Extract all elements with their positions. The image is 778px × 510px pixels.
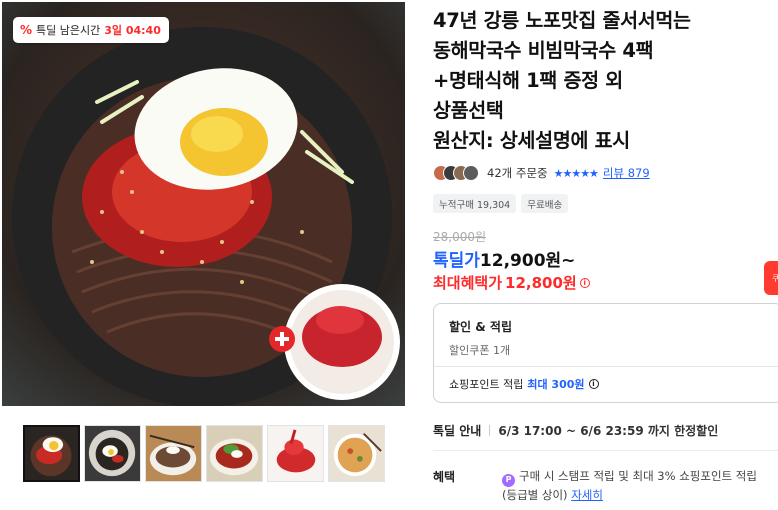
deal-remaining-badge: % 특딜 남은시간 3일 04:40 xyxy=(13,17,169,43)
main-product-image[interactable]: % 특딜 남은시간 3일 04:40 xyxy=(2,2,405,406)
product-chips: 누적구매 19,304 무료배송 xyxy=(433,194,569,213)
benefit-label-cell: 혜택 xyxy=(433,468,455,485)
deal-remaining-label: 특딜 남은시간 xyxy=(36,24,101,37)
orders-in-progress: 42개 주문중 xyxy=(487,166,548,180)
rating-stars-icon: ★★★★★ xyxy=(553,166,599,180)
divider xyxy=(433,450,778,451)
thumb-noodle-bowl[interactable] xyxy=(145,425,202,482)
deal-info-row: 톡딜 안내 6/3 17:00 ~ 6/6 23:59 까지 한정할인 xyxy=(433,422,718,439)
shopping-points-max: 최대 300원 xyxy=(527,378,585,391)
thumb-myeongtae-sikhae[interactable] xyxy=(267,425,324,482)
thumb-bibim-noodles[interactable] xyxy=(23,425,80,482)
benefit-line2: (등급별 상이) xyxy=(502,487,568,502)
noodle-dish-illustration xyxy=(12,27,400,406)
plus-circle-icon xyxy=(269,326,295,352)
divider xyxy=(434,366,778,367)
review-count-link[interactable]: 리뷰 879 xyxy=(603,165,650,181)
divider xyxy=(489,425,491,436)
deal-info-period: 6/3 17:00 ~ 6/6 23:59 까지 한정할인 xyxy=(498,424,719,438)
discount-points-box: 할인 & 적립 할인쿠폰 1개 쇼핑포인트 적립 최대 300원 i xyxy=(433,303,778,403)
thumb-pancake[interactable] xyxy=(328,425,385,482)
benefit-detail-link[interactable]: 자세히 xyxy=(571,488,603,502)
deal-remaining-time: 3일 04:40 xyxy=(104,24,161,37)
max-benefit-label: 최대혜택가 xyxy=(433,274,503,292)
original-price: 28,000원 xyxy=(433,230,487,244)
coupon-side-tab[interactable]: 쿠 xyxy=(764,261,778,295)
discount-coupon-text[interactable]: 할인쿠폰 1개 xyxy=(449,342,510,358)
info-circle-icon[interactable]: i xyxy=(588,379,599,389)
max-benefit-price[interactable]: 최대혜택가 12,800원 i xyxy=(433,272,590,293)
thumb-spicy-noodles[interactable] xyxy=(206,425,263,482)
info-circle-icon[interactable]: i xyxy=(579,277,590,288)
shopping-points-label: 쇼핑포인트 적립 xyxy=(449,378,524,391)
product-title: 47년 강릉 노포맛집 줄서서먹는 동해막국수 비빔막국수 4팩 +명태식해 1… xyxy=(433,9,691,152)
deal-price-label: 톡딜가 xyxy=(433,251,480,271)
buyer-avatars xyxy=(433,165,479,181)
free-shipping-chip: 무료배송 xyxy=(521,194,569,213)
thumbnail-strip xyxy=(23,425,385,482)
thumb-mul-noodles[interactable] xyxy=(84,425,141,482)
benefit-label: 혜택 xyxy=(433,470,456,484)
discount-points-title: 할인 & 적립 xyxy=(449,320,512,334)
cumulative-purchase-chip: 누적구매 19,304 xyxy=(433,194,517,213)
deal-price-value: 12,900원~ xyxy=(479,251,576,271)
deal-price: 톡딜가12,900원~ xyxy=(433,246,575,271)
avatar xyxy=(463,165,479,181)
shopping-points-row: 쇼핑포인트 적립 최대 300원 i xyxy=(449,376,599,392)
social-proof-row: 42개 주문중 ★★★★★ 리뷰 879 xyxy=(433,164,650,182)
percent-tag-icon: % xyxy=(20,23,33,37)
max-benefit-value: 12,800원 xyxy=(505,274,577,292)
benefit-line1: 구매 시 스탬프 적립 및 최대 3% 쇼핑포인트 적립 xyxy=(519,469,757,483)
point-badge-icon: P xyxy=(502,473,515,487)
benefit-description: P 구매 시 스탬프 적립 및 최대 3% 쇼핑포인트 적립 (등급별 상이) 자… xyxy=(502,468,778,503)
deal-info-label: 톡딜 안내 xyxy=(433,424,482,438)
